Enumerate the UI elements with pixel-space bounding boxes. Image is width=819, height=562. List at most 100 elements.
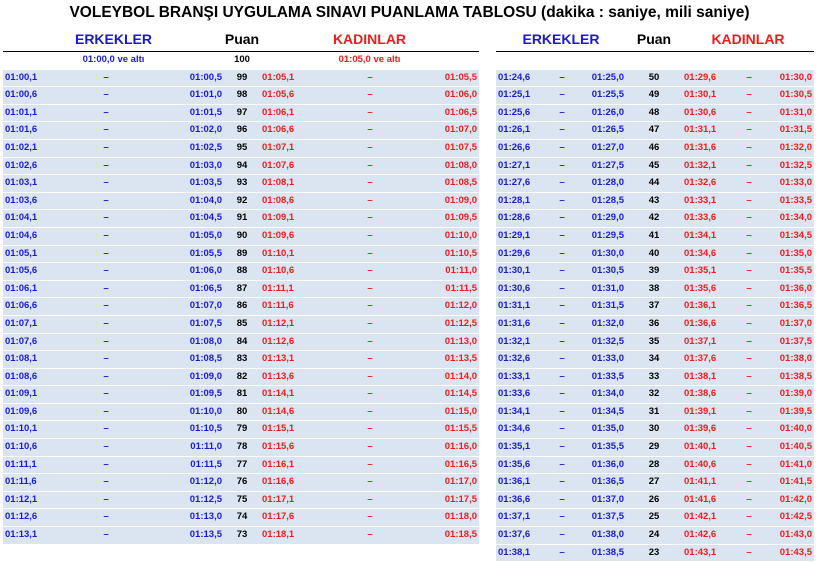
points: 42 [648, 212, 660, 224]
male-to: 01:09,5 [189, 388, 222, 400]
table-row: 01:27,6 – 01:28,0 44 01:32,6 – 01:33,0 [496, 175, 814, 193]
points: 96 [236, 124, 248, 136]
female-from: 01:08,6 [262, 194, 295, 206]
table-row: 01:08,1 – 01:08,5 83 01:13,1 – 01:13,5 [3, 351, 479, 369]
points: 76 [236, 476, 248, 488]
male-dash: – [103, 370, 109, 382]
female-to: 01:41,5 [779, 476, 812, 488]
male-dash: – [103, 89, 109, 101]
male-from: 01:25,6 [498, 106, 531, 118]
male-to: 01:12,5 [189, 493, 222, 505]
points: 89 [236, 247, 248, 259]
male-to: 01:04,5 [189, 212, 222, 224]
male-to: 01:06,5 [189, 282, 222, 294]
table-row: 01:31,1 – 01:31,5 37 01:36,1 – 01:36,5 [496, 298, 814, 316]
male-to: 01:04,0 [189, 194, 222, 206]
female-to: 01:36,5 [779, 300, 812, 312]
male-to: 01:29,0 [591, 212, 624, 224]
header-points: Puan [636, 31, 672, 47]
table-row: 01:35,6 – 01:36,0 28 01:40,6 – 01:41,0 [496, 456, 814, 475]
female-dash: – [746, 282, 752, 294]
score-table-right: ERKEKLER Puan KADINLAR 01:24,6 – 01:25,0 50… [496, 27, 814, 562]
male-to: 01:28,5 [591, 194, 624, 206]
male-to: 01:10,0 [189, 405, 222, 417]
female-dash: – [746, 177, 752, 189]
header-female: KADINLAR [332, 31, 407, 47]
male-from: 01:11,1 [5, 458, 37, 470]
male-from: 01:03,6 [5, 194, 38, 206]
female-dash: – [367, 177, 373, 189]
male-dash: – [103, 265, 109, 277]
male-from: 01:10,6 [5, 441, 38, 453]
female-to: 01:13,0 [444, 335, 477, 347]
points: 81 [236, 388, 248, 400]
female-to: 01:10,5 [444, 247, 477, 259]
female-dash: – [746, 71, 752, 83]
male-from: 01:32,6 [498, 353, 531, 365]
table-row: 01:04,1 – 01:04,5 91 01:09,1 – 01:09,5 [3, 210, 479, 228]
male-dash: – [559, 177, 565, 189]
points: 34 [648, 353, 660, 365]
male-from: 01:09,1 [5, 388, 38, 400]
female-from: 01:12,6 [262, 335, 295, 347]
female-to: 01:42,0 [779, 493, 812, 505]
points: 78 [236, 441, 248, 453]
female-to: 01:32,0 [779, 141, 812, 153]
male-dash: – [103, 141, 109, 153]
female-from: 01:31,1 [684, 124, 717, 136]
table-row: 01:36,6 – 01:37,0 26 01:41,6 – 01:42,0 [496, 491, 814, 510]
male-dash: – [103, 388, 109, 400]
male-from: 01:09,6 [5, 405, 38, 417]
male-to: 01:38,0 [591, 529, 624, 541]
table-row: 01:36,1 – 01:36,5 27 01:41,1 – 01:41,5 [496, 474, 814, 492]
male-dash: – [103, 458, 109, 470]
male-to: 01:08,5 [189, 353, 222, 365]
table-body-right: 01:24,6 – 01:25,0 50 01:29,6 – 01:30,0 01:25,1 –… [496, 69, 814, 562]
male-dash: – [103, 353, 109, 365]
male-to: 01:25,5 [591, 89, 624, 101]
points: 39 [648, 265, 660, 277]
male-from: 01:00,1 [5, 71, 38, 83]
male-dash: – [103, 493, 109, 505]
female-dash: – [367, 212, 373, 224]
female-dash: – [367, 300, 373, 312]
male-from: 01:26,6 [498, 141, 531, 153]
male-from: 01:28,1 [498, 194, 531, 206]
male-to: 01:34,0 [591, 388, 624, 400]
male-from: 01:11,6 [5, 476, 37, 488]
female-from: 01:05,6 [262, 89, 295, 101]
female-to: 01:40,0 [779, 423, 812, 435]
male-from: 01:12,1 [5, 493, 38, 505]
female-from: 01:39,1 [684, 405, 717, 417]
female-dash: – [746, 529, 752, 541]
female-to: 01:11,0 [445, 265, 477, 277]
male-to: 01:28,0 [591, 177, 624, 189]
female-to: 01:08,5 [444, 177, 477, 189]
female-from: 01:06,6 [262, 124, 295, 136]
female-dash: – [746, 441, 752, 453]
table-row: 01:28,6 – 01:29,0 42 01:33,6 – 01:34,0 [496, 210, 814, 228]
table-row: 01:27,1 – 01:27,5 45 01:32,1 – 01:32,5 [496, 157, 814, 176]
header-points: Puan [224, 31, 260, 47]
male-from: 01:34,1 [498, 405, 531, 417]
female-to: 01:12,5 [444, 317, 477, 329]
female-dash: – [367, 370, 373, 382]
male-to: 01:11,5 [190, 458, 222, 470]
female-from: 01:35,6 [684, 282, 717, 294]
female-dash: – [746, 106, 752, 118]
male-dash: – [559, 71, 565, 83]
female-to: 01:17,5 [444, 493, 477, 505]
table-row: 01:30,6 – 01:31,0 38 01:35,6 – 01:36,0 [496, 280, 814, 299]
male-to: 01:32,0 [591, 317, 624, 329]
points: 80 [236, 405, 248, 417]
table-row: 01:24,6 – 01:25,0 50 01:29,6 – 01:30,0 [496, 69, 814, 88]
female-to: 01:06,0 [444, 89, 477, 101]
table-row: 01:28,1 – 01:28,5 43 01:33,1 – 01:33,5 [496, 192, 814, 211]
table-row: 01:29,6 – 01:30,0 40 01:34,6 – 01:35,0 [496, 245, 814, 264]
male-to: 01:12,0 [189, 476, 222, 488]
table-row: 01:03,6 – 01:04,0 92 01:08,6 – 01:09,0 [3, 192, 479, 211]
table-row: 01:29,1 – 01:29,5 41 01:34,1 – 01:34,5 [496, 227, 814, 246]
male-dash: – [559, 546, 565, 558]
male-dash: – [559, 423, 565, 435]
male-from: 01:10,1 [5, 423, 38, 435]
